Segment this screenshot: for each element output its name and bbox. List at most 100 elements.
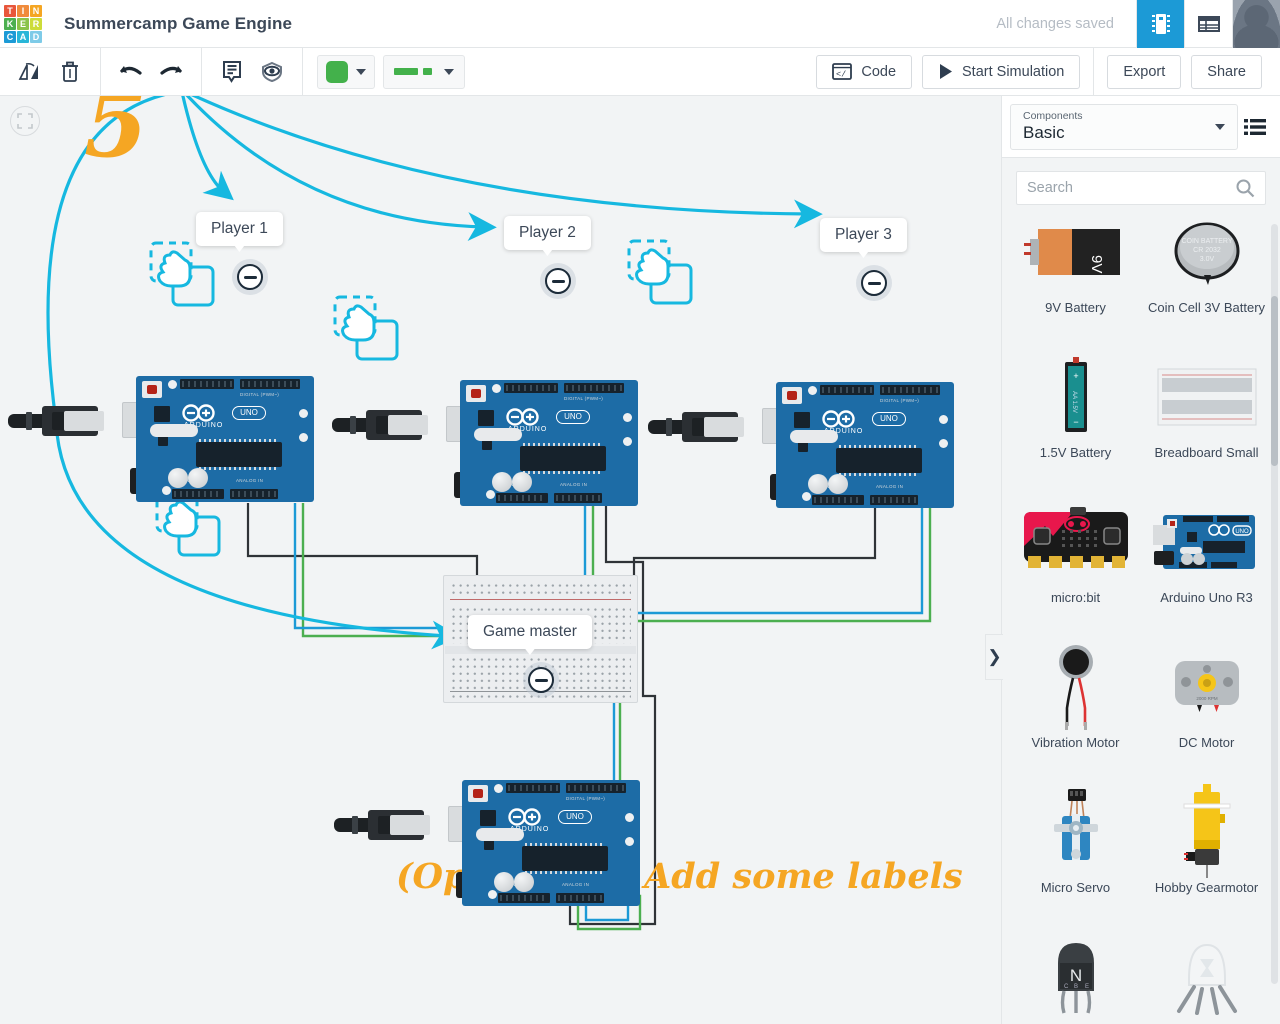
dc-motor-icon: 2000 RPM (1141, 641, 1272, 733)
digital-label: DIGITAL (PWM~) (566, 796, 606, 801)
uno-badge: UNO (872, 412, 906, 426)
editor-toolbar: </ Code Start Simulation Export Share (0, 47, 1280, 96)
delete-button[interactable] (50, 56, 90, 88)
component-item-battery-9v[interactable]: 9V 9V Battery (1010, 218, 1141, 345)
collapse-panel-button[interactable]: ❯ (985, 634, 1003, 680)
drag-hand-icon (333, 295, 399, 361)
digital-header-left (506, 783, 560, 793)
rotate-button[interactable] (10, 56, 50, 88)
search-icon[interactable] (1235, 178, 1255, 198)
svg-text:B: B (1074, 984, 1078, 990)
collapse-label-badge[interactable] (545, 268, 571, 294)
micro-servo-thumb (1053, 789, 1098, 860)
share-button[interactable]: Share (1191, 54, 1262, 89)
redo-button[interactable] (151, 56, 191, 88)
component-item-hobby-gearmotor[interactable]: Hobby Gearmotor (1141, 780, 1272, 925)
component-label-bubble[interactable]: Player 3 (820, 218, 907, 252)
notes-button[interactable] (212, 56, 252, 88)
digital-header-right (240, 379, 300, 389)
component-item-vibration-motor[interactable]: Vibration Motor (1010, 635, 1141, 780)
list-view-icon (1244, 118, 1266, 135)
component-label-bubble[interactable]: Game master (468, 615, 592, 649)
collapse-label-badge[interactable] (237, 264, 263, 290)
reset-button[interactable] (466, 385, 486, 402)
svg-text:</: </ (836, 70, 846, 80)
eye-visibility-icon (262, 61, 282, 82)
usb-cable-4[interactable] (334, 810, 444, 840)
trash-icon (62, 61, 78, 82)
arduino-uno-player-1[interactable]: DIGITAL (PWM~) POWER ANALOG IN UNO ARDUI… (122, 376, 314, 502)
usb-tip (648, 418, 686, 436)
drag-hint-1 (142, 238, 220, 315)
component-item-coin-cell[interactable]: COIN BATTERY CR 2032 3.0V Coin Cell 3V B… (1141, 218, 1272, 345)
share-label: Share (1207, 63, 1246, 80)
npn-transistor-thumb: N C B E (1057, 943, 1094, 1014)
export-button[interactable]: Export (1107, 54, 1182, 89)
component-item-micro-servo[interactable]: Micro Servo (1010, 780, 1141, 925)
arduino-uno-game-master[interactable]: DIGITAL (PWM~) POWER ANALOG IN UNO ARDUI… (448, 780, 640, 906)
microbit-icon (1010, 496, 1141, 588)
component-name: Micro Servo (1040, 880, 1111, 895)
search-box[interactable] (1016, 171, 1266, 205)
component-item-dc-motor[interactable]: 2000 RPM DC Motor (1141, 635, 1272, 780)
reset-button[interactable] (142, 381, 162, 398)
usb-tip (334, 816, 372, 834)
power-header (496, 493, 548, 503)
microbit-thumb (1023, 507, 1128, 568)
component-item-battery-aa[interactable]: + − AA 1.5V 1.5V Battery (1010, 345, 1141, 490)
mcu-chip (520, 443, 606, 474)
undo-button[interactable] (111, 56, 151, 88)
component-name: Arduino Uno R3 (1160, 590, 1253, 605)
component-item-arduino-uno[interactable]: UNO Arduino Uno R3 (1141, 490, 1272, 635)
usb-cable-2[interactable] (332, 410, 442, 440)
panel-scrollbar-thumb[interactable] (1271, 296, 1278, 466)
component-item-npn-transistor[interactable]: N C B E NPN Transistor (1010, 925, 1141, 1024)
arduino-uno-player-3[interactable]: DIGITAL (PWM~) POWER ANALOG IN UNO ARDUI… (762, 382, 954, 508)
component-item-led-rgb[interactable]: LED RGB (1141, 925, 1272, 1024)
page-title[interactable]: Summercamp Game Engine (64, 14, 292, 34)
reset-button[interactable] (782, 387, 802, 404)
analog-header (870, 495, 918, 505)
arduino-uno-icon: UNO (1141, 496, 1272, 588)
component-name: Vibration Motor (1031, 735, 1120, 750)
wire-color-picker[interactable] (317, 54, 375, 89)
usb-neck (388, 415, 428, 435)
collapse-label-badge[interactable] (528, 667, 554, 693)
mount-hole-1 (492, 384, 501, 393)
list-view-toggle[interactable] (1238, 118, 1272, 136)
component-label-bubble[interactable]: Player 1 (196, 212, 283, 246)
annotation-group (202, 47, 303, 96)
svg-text:N: N (1069, 966, 1081, 985)
arduino-infinity-logo (822, 410, 855, 428)
circuit-view-button[interactable] (1136, 0, 1184, 48)
svg-text:E: E (1085, 984, 1089, 990)
reset-button[interactable] (468, 785, 488, 802)
component-name: DC Motor (1178, 735, 1235, 750)
collapse-label-badge[interactable] (861, 270, 887, 296)
breadboard-icon (1141, 351, 1272, 443)
code-button[interactable]: </ Code (816, 54, 913, 89)
arduino-uno-player-2[interactable]: DIGITAL (PWM~) POWER ANALOG IN UNO ARDUI… (446, 380, 638, 506)
capacitor-2 (828, 474, 848, 494)
npn-transistor-icon: N C B E (1010, 931, 1141, 1023)
avatar[interactable] (1232, 0, 1280, 48)
component-item-microbit[interactable]: micro:bit (1010, 490, 1141, 635)
tinkercad-logo[interactable]: TIN KER CAD (0, 0, 46, 48)
usb-cable-1[interactable] (8, 406, 118, 436)
usb-cable-3[interactable] (648, 412, 758, 442)
search-input[interactable] (1027, 180, 1235, 196)
component-label-bubble[interactable]: Player 2 (504, 216, 591, 250)
visibility-button[interactable] (252, 56, 292, 88)
app-header: TIN KER CAD Summercamp Game Engine All cha… (0, 0, 1280, 48)
components-scroll-region[interactable]: 9V 9V Battery COIN BATTERY CR 2032 3.0V C… (1002, 218, 1280, 1024)
battery-9v-icon: 9V (1010, 218, 1141, 298)
components-category-dropdown[interactable]: Components Basic (1010, 103, 1238, 150)
start-simulation-button[interactable]: Start Simulation (922, 54, 1081, 89)
code-button-label: Code (861, 63, 897, 80)
component-item-breadboard[interactable]: Breadboard Small (1141, 345, 1272, 490)
table-view-button[interactable] (1184, 0, 1232, 48)
wire-type-picker[interactable] (383, 54, 465, 89)
circuit-canvas[interactable]: 5 (Optionally) Add some labels DIGITAL (… (0, 96, 1001, 1024)
mount-hole-4 (486, 490, 495, 499)
svg-text:−: − (1073, 417, 1078, 427)
